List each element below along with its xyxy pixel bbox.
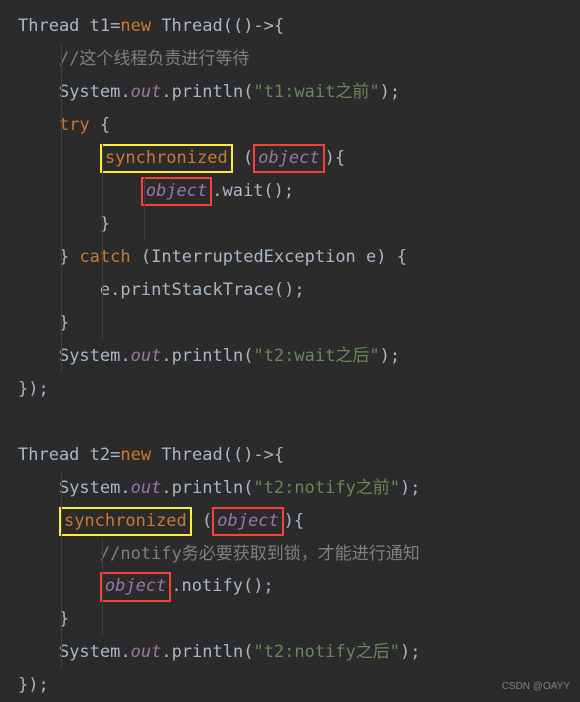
- highlight-synchronized: synchronized: [59, 507, 192, 537]
- code-line: } catch (InterruptedException e) {: [18, 241, 580, 274]
- code-line: try {: [18, 109, 580, 142]
- code-line: //notify务必要获取到锁，才能进行通知: [18, 538, 580, 571]
- code-line: System.out.println("t2:notify之前");: [18, 472, 580, 505]
- code-line: }: [18, 603, 580, 636]
- highlight-object: object: [100, 572, 171, 602]
- code-line: object.wait();: [18, 175, 580, 208]
- watermark: CSDN @OAYY: [502, 677, 570, 696]
- code-line: Thread t1=new Thread(()->{: [18, 10, 580, 43]
- code-block: Thread t1=new Thread(()->{ //这个线程负责进行等待 …: [18, 10, 580, 702]
- code-line: synchronized (object){: [18, 142, 580, 175]
- code-line: }: [18, 208, 580, 241]
- code-line: System.out.println("t2:notify之后");: [18, 636, 580, 669]
- code-line: });: [18, 373, 580, 406]
- code-line: System.out.println("t2:wait之后");: [18, 340, 580, 373]
- code-line: [18, 406, 580, 439]
- code-line: Thread t2=new Thread(()->{: [18, 439, 580, 472]
- code-line: System.out.println("t1:wait之前");: [18, 76, 580, 109]
- code-line: e.printStackTrace();: [18, 274, 580, 307]
- code-line: });: [18, 669, 580, 702]
- code-line: }: [18, 307, 580, 340]
- code-line: object.notify();: [18, 570, 580, 603]
- highlight-object: object: [141, 177, 212, 207]
- code-line: synchronized (object){: [18, 505, 580, 538]
- highlight-object: object: [253, 144, 324, 174]
- highlight-object: object: [212, 507, 283, 537]
- code-line: //这个线程负责进行等待: [18, 43, 580, 76]
- highlight-synchronized: synchronized: [100, 144, 233, 174]
